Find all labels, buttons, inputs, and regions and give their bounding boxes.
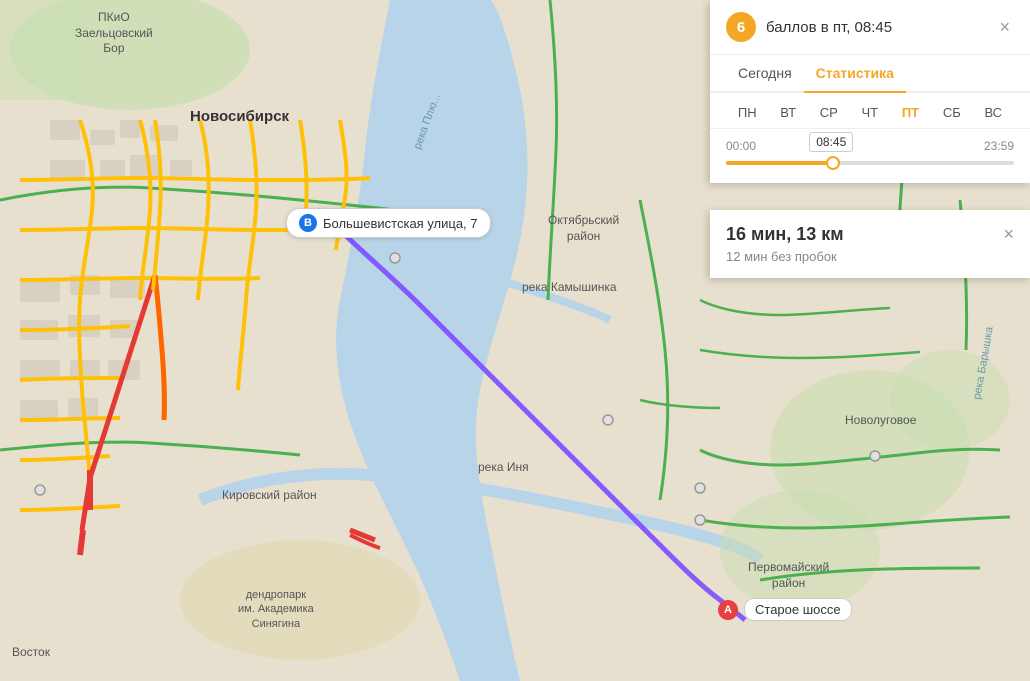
close-route-button[interactable]: ×: [1003, 224, 1014, 245]
address-bubble-b: В Большевистская улица, 7: [286, 208, 491, 238]
day-fri[interactable]: ПТ: [898, 103, 923, 122]
day-wed[interactable]: СР: [816, 103, 842, 122]
time-end: 23:59: [984, 139, 1014, 153]
tabs-row: Сегодня Статистика: [710, 55, 1030, 93]
traffic-panel: 6 баллов в пт, 08:45 × Сегодня Статистик…: [710, 0, 1030, 183]
day-mon[interactable]: ПН: [734, 103, 761, 122]
slider-thumb[interactable]: 08:45: [826, 156, 840, 170]
marker-b: В: [299, 214, 317, 232]
time-slider-track[interactable]: 08:45: [726, 161, 1014, 165]
day-sun[interactable]: ВС: [980, 103, 1006, 122]
tab-today[interactable]: Сегодня: [726, 55, 804, 91]
route-info-content: 16 мин, 13 км 12 мин без пробок: [726, 224, 844, 264]
time-labels: 00:00 23:59: [726, 139, 1014, 153]
day-sat[interactable]: СБ: [939, 103, 965, 122]
traffic-title: баллов в пт, 08:45: [766, 19, 995, 36]
point-a-container: А Старое шоссе: [718, 598, 852, 621]
map-container: CE река Плю... река Барышка ПКиОЗаельцов…: [0, 0, 1030, 681]
day-tue[interactable]: ВТ: [776, 103, 800, 122]
time-slider-section: 00:00 23:59 08:45: [710, 129, 1030, 183]
point-a-label: Старое шоссе: [744, 598, 852, 621]
traffic-header: 6 баллов в пт, 08:45 ×: [710, 0, 1030, 55]
close-panel-button[interactable]: ×: [995, 13, 1014, 42]
time-start: 00:00: [726, 139, 756, 153]
tab-stats[interactable]: Статистика: [804, 55, 906, 91]
marker-a: А: [718, 600, 738, 620]
days-row: ПН ВТ СР ЧТ ПТ СБ ВС: [710, 93, 1030, 129]
day-thu[interactable]: ЧТ: [858, 103, 883, 122]
route-info-header: 16 мин, 13 км 12 мин без пробок ×: [726, 224, 1014, 264]
route-no-traffic: 12 мин без пробок: [726, 249, 844, 264]
route-info-panel: 16 мин, 13 км 12 мин без пробок ×: [710, 210, 1030, 278]
traffic-score-badge: 6: [726, 12, 756, 42]
slider-time-tooltip: 08:45: [809, 132, 853, 152]
route-duration: 16 мин, 13 км: [726, 224, 844, 245]
slider-fill: [726, 161, 833, 165]
address-bubble-text: Большевистская улица, 7: [323, 216, 478, 231]
